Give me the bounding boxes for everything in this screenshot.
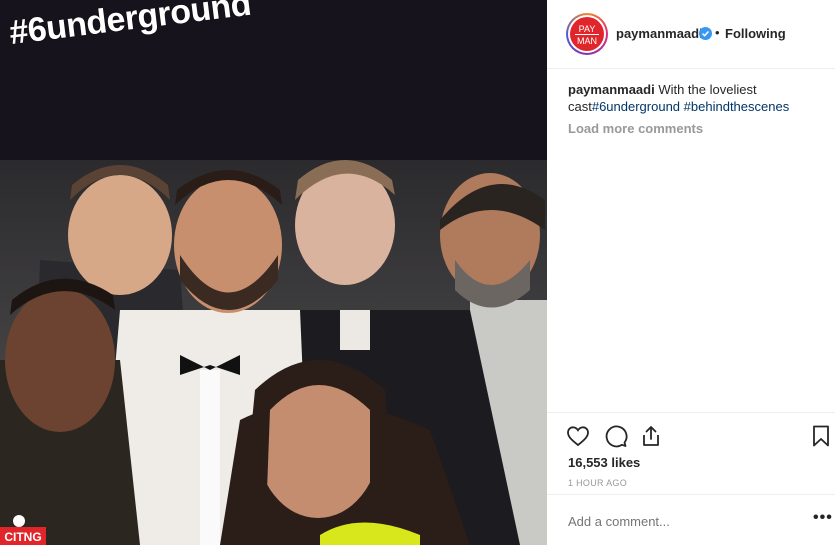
post-media[interactable]: #6underground CITNG	[0, 0, 547, 545]
likes-count[interactable]: 16,553 likes	[568, 455, 640, 470]
separator-dot: •	[715, 25, 720, 40]
group-photo	[0, 160, 547, 545]
hashtag-link-6underground[interactable]: #6underground	[592, 99, 680, 114]
add-comment-bar: •••	[547, 494, 835, 545]
svg-text:CITNG: CITNG	[4, 530, 41, 544]
caption-username-link[interactable]: paymanmaadi	[568, 82, 655, 97]
following-button[interactable]: Following	[725, 26, 786, 41]
post-timestamp[interactable]: 1 HOUR AGO	[568, 478, 627, 488]
avatar-text-bottom: MAN	[577, 36, 597, 46]
post-details-panel: PAY MAN paymanmaadi • Following paymanma…	[547, 0, 835, 545]
more-options-icon[interactable]: •••	[813, 509, 833, 527]
comment-icon[interactable]	[604, 424, 628, 448]
citng-watermark-logo: CITNG	[0, 515, 46, 545]
share-icon[interactable]	[639, 424, 663, 448]
avatar-logo: PAY MAN	[575, 24, 599, 46]
caption: paymanmaadi With the loveliest cast#6und…	[568, 81, 818, 115]
load-more-comments-link[interactable]: Load more comments	[568, 121, 703, 136]
verified-badge-icon	[699, 27, 712, 40]
header-username-link[interactable]: paymanmaadi	[616, 26, 703, 41]
bookmark-icon[interactable]	[809, 424, 833, 448]
heart-icon[interactable]	[566, 424, 590, 448]
post-header: PAY MAN paymanmaadi • Following	[547, 0, 835, 69]
avatar-text-top: PAY	[579, 24, 596, 34]
action-bar	[547, 412, 835, 458]
avatar[interactable]: PAY MAN	[566, 13, 608, 55]
add-comment-input[interactable]	[568, 514, 744, 529]
hashtag-link-behindthescenes[interactable]: #behindthescenes	[684, 99, 790, 114]
